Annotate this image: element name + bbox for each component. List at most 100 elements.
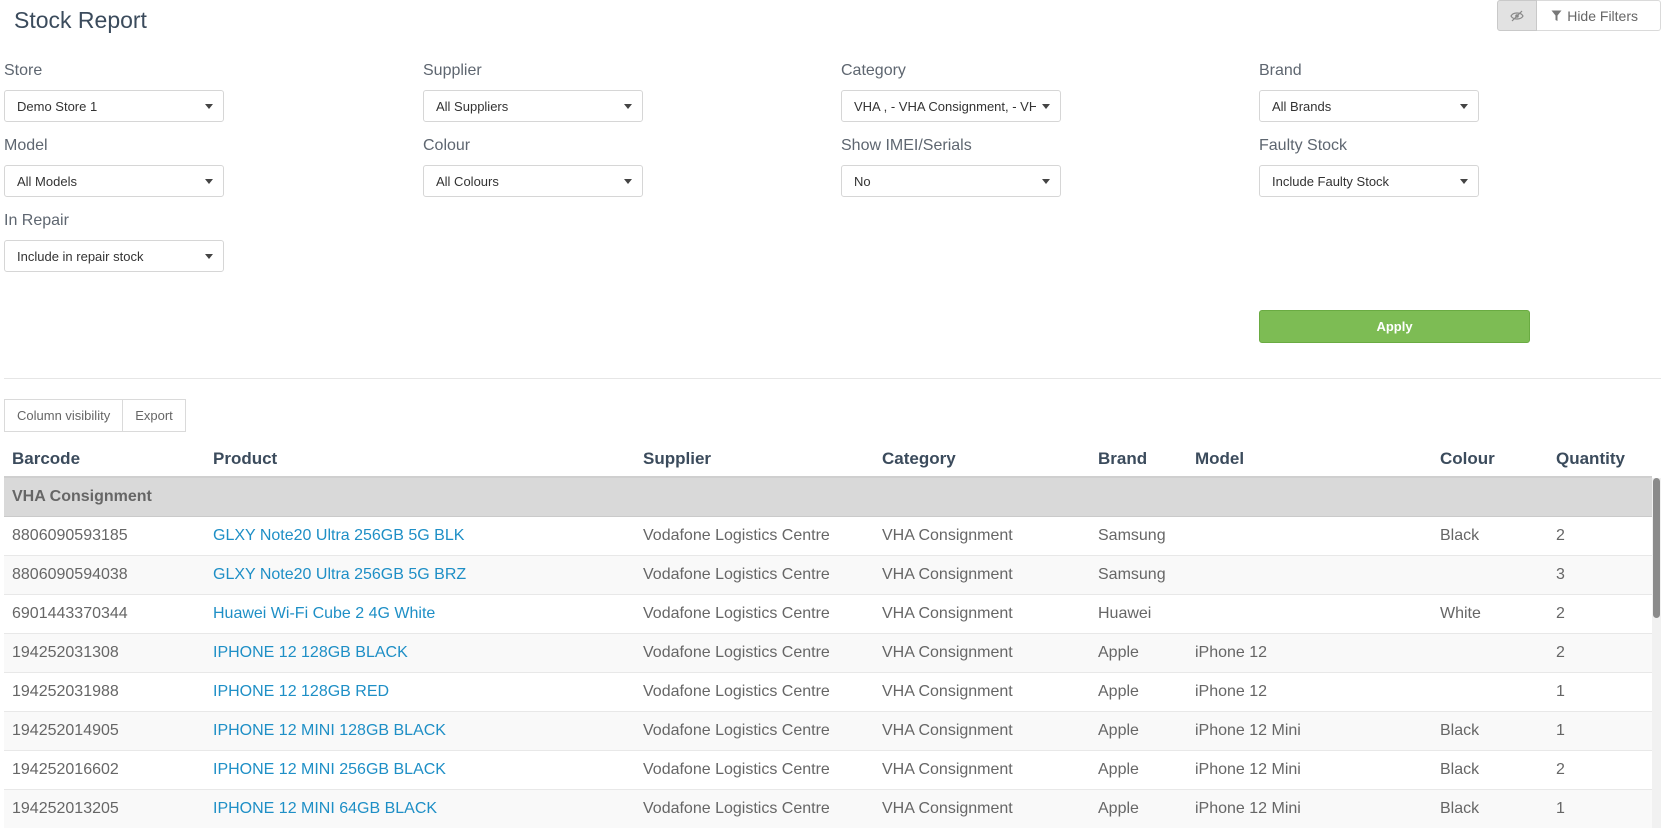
filter-label: Faulty Stock bbox=[1259, 137, 1348, 154]
cell-quantity: 1 bbox=[1556, 722, 1565, 739]
cell-supplier: Vodafone Logistics Centre bbox=[643, 644, 830, 661]
faulty-stock-select[interactable]: Include Faulty Stock bbox=[1259, 165, 1479, 197]
cell-quantity: 2 bbox=[1556, 605, 1565, 622]
table-scrollbar[interactable] bbox=[1652, 478, 1661, 828]
caret-down-icon bbox=[205, 103, 213, 109]
filter-label: Brand bbox=[1259, 62, 1302, 79]
cell-supplier: Vodafone Logistics Centre bbox=[643, 566, 830, 583]
cell-quantity: 2 bbox=[1556, 761, 1565, 778]
cell-supplier: Vodafone Logistics Centre bbox=[643, 800, 830, 817]
product-link[interactable]: IPHONE 12 MINI 128GB BLACK bbox=[205, 722, 635, 740]
cell-colour: Black bbox=[1440, 722, 1480, 739]
cell-category: VHA Consignment bbox=[882, 527, 1013, 544]
table-row: 194252016602 IPHONE 12 MINI 256GB BLACK … bbox=[4, 751, 1652, 790]
caret-down-icon bbox=[205, 253, 213, 259]
scrollbar-thumb[interactable] bbox=[1653, 478, 1660, 618]
cell-brand: Apple bbox=[1098, 644, 1139, 661]
cell-category: VHA Consignment bbox=[882, 722, 1013, 739]
column-header-model[interactable]: Model bbox=[1187, 449, 1432, 469]
column-header-barcode[interactable]: Barcode bbox=[4, 449, 205, 469]
cell-brand: Apple bbox=[1098, 722, 1139, 739]
filter-in-repair: In Repair Include in repair stock bbox=[4, 212, 224, 272]
filter-label: In Repair bbox=[4, 212, 69, 229]
filter-model: Model All Models bbox=[4, 137, 224, 197]
filter-label: Category bbox=[841, 62, 906, 79]
column-header-colour[interactable]: Colour bbox=[1432, 449, 1548, 469]
table-tools: Column visibility Export bbox=[4, 399, 186, 432]
cell-category: VHA Consignment bbox=[882, 761, 1013, 778]
table-row: 194252013205 IPHONE 12 MINI 64GB BLACK V… bbox=[4, 790, 1652, 828]
product-link[interactable]: IPHONE 12 MINI 64GB BLACK bbox=[205, 800, 635, 818]
cell-model: iPhone 12 bbox=[1195, 644, 1268, 661]
cell-colour: White bbox=[1440, 605, 1481, 622]
cell-brand: Samsung bbox=[1098, 527, 1166, 544]
column-header-brand[interactable]: Brand bbox=[1090, 449, 1187, 469]
cell-brand: Apple bbox=[1098, 761, 1139, 778]
filter-category: Category VHA , - VHA Consignment, - VHA bbox=[841, 62, 1061, 122]
product-link[interactable]: GLXY Note20 Ultra 256GB 5G BLK bbox=[205, 527, 635, 545]
table-row: 194252014905 IPHONE 12 MINI 128GB BLACK … bbox=[4, 712, 1652, 751]
divider bbox=[4, 378, 1661, 379]
filter-label: Supplier bbox=[423, 62, 482, 79]
cell-barcode: 8806090593185 bbox=[12, 527, 128, 544]
cell-colour: Black bbox=[1440, 527, 1480, 544]
filter-store: Store Demo Store 1 bbox=[4, 62, 224, 122]
category-select[interactable]: VHA , - VHA Consignment, - VHA bbox=[841, 90, 1061, 122]
cell-barcode: 6901443370344 bbox=[12, 605, 128, 622]
caret-down-icon bbox=[1460, 103, 1468, 109]
table-row: 6901443370344 Huawei Wi-Fi Cube 2 4G Whi… bbox=[4, 595, 1652, 634]
caret-down-icon bbox=[205, 178, 213, 184]
cell-quantity: 1 bbox=[1556, 683, 1565, 700]
table-row: 194252031988 IPHONE 12 128GB RED Vodafon… bbox=[4, 673, 1652, 712]
cell-quantity: 2 bbox=[1556, 527, 1565, 544]
caret-down-icon bbox=[1460, 178, 1468, 184]
cell-supplier: Vodafone Logistics Centre bbox=[643, 605, 830, 622]
cell-colour: Black bbox=[1440, 800, 1480, 817]
column-header-category[interactable]: Category bbox=[874, 449, 1090, 469]
cell-barcode: 194252013205 bbox=[12, 800, 119, 817]
hide-filters-label: Hide Filters bbox=[1567, 7, 1638, 24]
cell-category: VHA Consignment bbox=[882, 644, 1013, 661]
product-link[interactable]: IPHONE 12 128GB RED bbox=[205, 683, 635, 701]
cell-quantity: 3 bbox=[1556, 566, 1565, 583]
filter-faulty-stock: Faulty Stock Include Faulty Stock bbox=[1259, 137, 1479, 197]
caret-down-icon bbox=[624, 178, 632, 184]
show-imei-select[interactable]: No bbox=[841, 165, 1061, 197]
cell-barcode: 194252031308 bbox=[12, 644, 119, 661]
cell-category: VHA Consignment bbox=[882, 683, 1013, 700]
product-link[interactable]: IPHONE 12 128GB BLACK bbox=[205, 644, 635, 662]
cell-supplier: Vodafone Logistics Centre bbox=[643, 722, 830, 739]
colour-select[interactable]: All Colours bbox=[423, 165, 643, 197]
store-select[interactable]: Demo Store 1 bbox=[4, 90, 224, 122]
filter-label: Show IMEI/Serials bbox=[841, 137, 972, 154]
top-actions: Hide Filters bbox=[1497, 0, 1661, 31]
column-header-product[interactable]: Product bbox=[205, 449, 635, 469]
cell-category: VHA Consignment bbox=[882, 566, 1013, 583]
cell-supplier: Vodafone Logistics Centre bbox=[643, 761, 830, 778]
filter-show-imei: Show IMEI/Serials No bbox=[841, 137, 1061, 197]
model-select[interactable]: All Models bbox=[4, 165, 224, 197]
cell-quantity: 1 bbox=[1556, 800, 1565, 817]
toggle-visibility-button[interactable] bbox=[1497, 0, 1538, 31]
table-row: 8806090594038 GLXY Note20 Ultra 256GB 5G… bbox=[4, 556, 1652, 595]
product-link[interactable]: Huawei Wi-Fi Cube 2 4G White bbox=[205, 605, 635, 623]
cell-barcode: 194252016602 bbox=[12, 761, 119, 778]
filter-colour: Colour All Colours bbox=[423, 137, 643, 197]
hide-filters-button[interactable]: Hide Filters bbox=[1537, 0, 1661, 31]
cell-model: iPhone 12 bbox=[1195, 683, 1268, 700]
column-visibility-button[interactable]: Column visibility bbox=[4, 399, 124, 432]
export-button[interactable]: Export bbox=[123, 399, 186, 432]
filter-label: Colour bbox=[423, 137, 471, 154]
cell-model: iPhone 12 Mini bbox=[1195, 722, 1301, 739]
apply-button[interactable]: Apply bbox=[1259, 310, 1530, 343]
cell-supplier: Vodafone Logistics Centre bbox=[643, 527, 830, 544]
cell-colour: Black bbox=[1440, 761, 1480, 778]
brand-select[interactable]: All Brands bbox=[1259, 90, 1479, 122]
supplier-select[interactable]: All Suppliers bbox=[423, 90, 643, 122]
group-row: VHA Consignment bbox=[4, 478, 1652, 517]
product-link[interactable]: IPHONE 12 MINI 256GB BLACK bbox=[205, 761, 635, 779]
column-header-supplier[interactable]: Supplier bbox=[635, 449, 874, 469]
in-repair-select[interactable]: Include in repair stock bbox=[4, 240, 224, 272]
column-header-quantity[interactable]: Quantity bbox=[1548, 449, 1652, 469]
product-link[interactable]: GLXY Note20 Ultra 256GB 5G BRZ bbox=[205, 566, 635, 584]
